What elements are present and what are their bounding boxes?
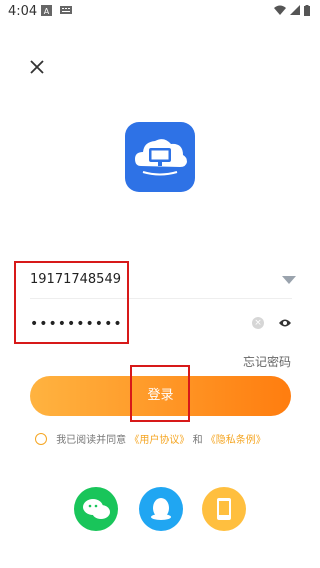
agreement-row: 我已阅读并同意 《用户协议》 和 《隐私条例》 xyxy=(35,431,266,446)
agreement-prefix: 我已阅读并同意 xyxy=(56,435,127,446)
check-circle-icon[interactable] xyxy=(35,433,47,445)
qq-icon xyxy=(151,498,171,520)
phone-login-button[interactable] xyxy=(202,487,246,531)
user-agreement-link[interactable]: 《用户协议》 xyxy=(129,435,189,446)
svg-text:A: A xyxy=(44,7,50,16)
privacy-link[interactable]: 《隐私条例》 xyxy=(206,435,266,446)
wechat-login-button[interactable] xyxy=(74,487,118,531)
highlight-box-inputs xyxy=(14,261,129,344)
eye-icon[interactable] xyxy=(278,316,292,332)
wechat-icon xyxy=(83,499,110,519)
status-time: 4:04 xyxy=(8,4,38,19)
phone-icon xyxy=(217,498,231,520)
agreement-and: 和 xyxy=(192,435,203,446)
notification-a-icon: A xyxy=(41,5,52,19)
chevron-down-icon[interactable] xyxy=(282,276,296,284)
qq-login-button[interactable] xyxy=(139,487,183,531)
close-icon[interactable] xyxy=(26,56,48,78)
highlight-box-login xyxy=(130,365,190,422)
wifi-icon xyxy=(274,5,286,18)
app-logo xyxy=(125,122,195,192)
forgot-password-link[interactable]: 忘记密码 xyxy=(243,353,291,370)
status-bar: 4:04 A xyxy=(0,0,320,24)
signal-icon xyxy=(290,5,300,18)
clear-icon[interactable]: × xyxy=(252,317,264,329)
keyboard-icon xyxy=(60,5,72,18)
battery-icon xyxy=(304,5,310,19)
